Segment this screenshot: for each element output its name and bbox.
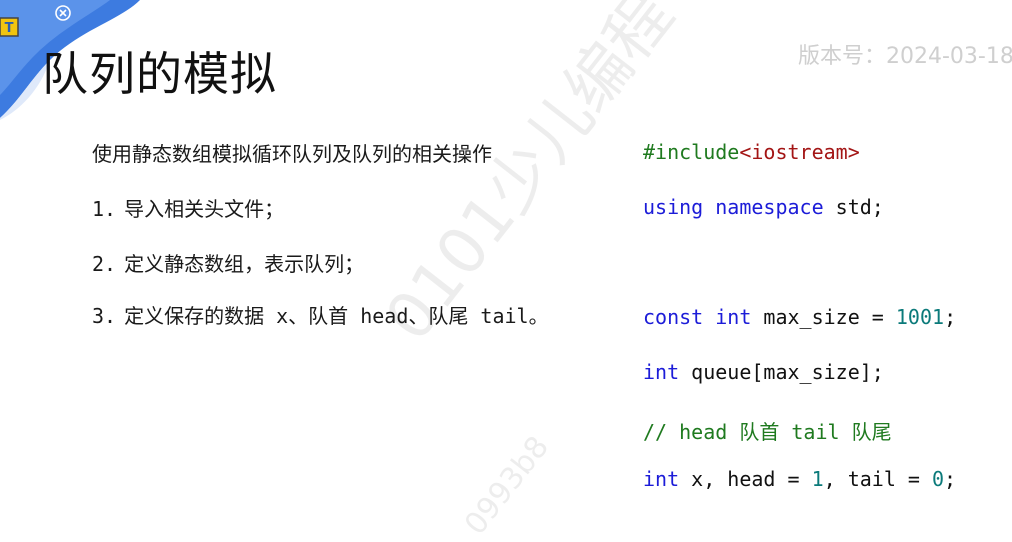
head-value: 1 — [811, 467, 824, 491]
close-circle-icon[interactable] — [54, 4, 72, 22]
int-keyword: int — [643, 467, 680, 491]
tail-value: 0 — [932, 467, 945, 491]
int-keyword: int — [715, 305, 752, 329]
semicolon: ; — [944, 467, 957, 491]
intro-text: 使用静态数组模拟循环队列及队列的相关操作 — [92, 142, 492, 166]
svg-text:T: T — [5, 21, 14, 36]
code-line-comment: // head 队首 tail 队尾 — [643, 420, 892, 444]
x-decl: x, head = — [679, 467, 812, 491]
step-text: 定义静态数组，表示队列； — [124, 252, 365, 276]
code-line-include: #include<iostream> — [643, 140, 860, 164]
step-number: 1. — [92, 197, 117, 221]
step-number: 2. — [92, 252, 117, 276]
max-size-decl: max_size = — [751, 305, 896, 329]
max-size-value: 1001 — [895, 305, 945, 329]
tail-decl: , tail = — [823, 467, 932, 491]
code-block: #include<iostream> using namespace std; … — [643, 0, 956, 491]
step-number: 3. — [92, 304, 117, 328]
code-line-using: using namespace std; — [643, 195, 884, 219]
code-line-queue: int queue[max_size]; — [643, 360, 884, 384]
namespace-keyword: namespace — [715, 195, 824, 219]
version-label: 版本号：2024-03-18 — [798, 44, 1012, 69]
include-directive: #include — [643, 140, 740, 164]
step-item: 2. 定义静态数组，表示队列； — [92, 248, 364, 277]
step-item: 1. 导入相关头文件； — [92, 193, 284, 222]
queue-decl: queue[max_size]; — [679, 360, 884, 384]
using-keyword: using — [643, 195, 704, 219]
const-keyword: const — [643, 305, 704, 329]
semicolon: ; — [944, 305, 957, 329]
step-text: 导入相关头文件； — [124, 197, 285, 221]
code-line-const: const int max_size = 1001; — [643, 305, 956, 329]
page-title: 队列的模拟 — [42, 47, 277, 101]
int-keyword: int — [643, 360, 680, 384]
include-header: <iostream> — [739, 140, 860, 164]
logo-t-icon: T — [0, 17, 19, 37]
namespace-name: std; — [823, 195, 884, 219]
step-text: 定义保存的数据 x、队首 head、队尾 tail。 — [124, 304, 549, 328]
step-item: 3. 定义保存的数据 x、队首 head、队尾 tail。 — [92, 300, 549, 329]
code-line-vars: int x, head = 1, tail = 0; — [643, 467, 956, 491]
